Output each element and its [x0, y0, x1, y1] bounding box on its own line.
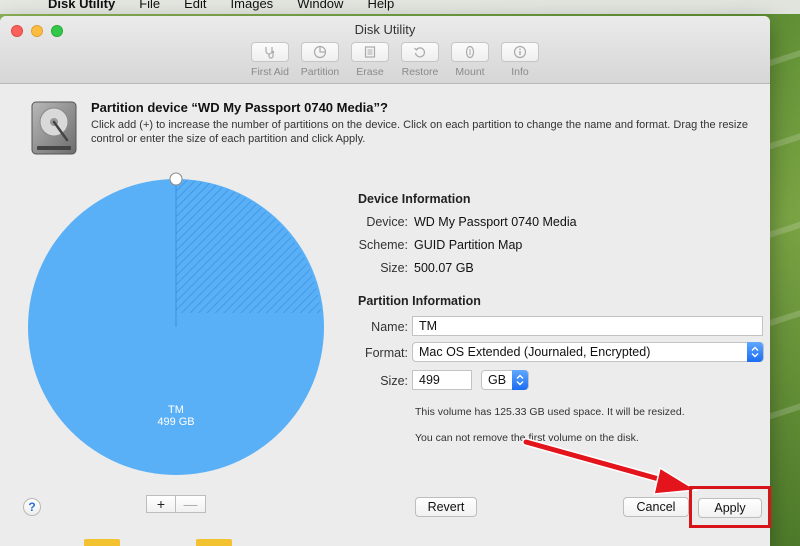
resize-note: This volume has 125.33 GB used space. It… [415, 406, 685, 418]
revert-button[interactable]: Revert [415, 497, 477, 517]
window-title: Disk Utility [354, 22, 416, 37]
toolbar-erase[interactable]: Erase [348, 42, 392, 78]
used-space-region [176, 179, 321, 327]
select-updown-icon [512, 370, 528, 390]
pie-partition-size: 499 GB [157, 416, 195, 428]
toolbar-restore[interactable]: Restore [398, 42, 442, 78]
title-bar: Disk Utility First Aid Partition Erase R… [0, 16, 770, 84]
size-unit-value: GB [488, 373, 507, 387]
sheet-title: Partition device “WD My Passport 0740 Me… [91, 100, 388, 115]
toolbar-info[interactable]: Info [498, 42, 542, 78]
partition-info-title: Partition Information [358, 294, 481, 308]
toolbar-partition[interactable]: Partition [298, 42, 342, 78]
toolbar-restore-label: Restore [401, 66, 439, 78]
cancel-button[interactable]: Cancel [623, 497, 689, 517]
dock-item[interactable] [84, 539, 120, 546]
device-label: Device: [366, 215, 408, 229]
toolbar-first-aid-label: First Aid [251, 66, 289, 78]
remove-partition-button[interactable]: — [176, 495, 206, 513]
add-remove-control: + — [146, 495, 206, 513]
red-arrow-annotation [522, 438, 699, 495]
partition-icon [313, 45, 327, 59]
scheme-value: GUID Partition Map [414, 238, 523, 252]
toolbar-first-aid[interactable]: First Aid [248, 42, 292, 78]
partition-size-label: Size: [380, 374, 408, 388]
scheme-label: Scheme: [358, 238, 408, 252]
erase-icon [364, 46, 376, 58]
toolbar-mount[interactable]: Mount [448, 42, 492, 78]
toolbar-partition-label: Partition [300, 66, 340, 78]
menu-app-name[interactable]: Disk Utility [36, 0, 127, 10]
format-label: Format: [364, 346, 408, 360]
apply-highlight-box [689, 486, 771, 528]
format-select[interactable]: Mac OS Extended (Journaled, Encrypted) [412, 342, 764, 362]
menu-images[interactable]: Images [219, 0, 286, 10]
size-unit-select[interactable]: GB [481, 370, 529, 390]
menu-edit[interactable]: Edit [172, 0, 218, 10]
menu-help[interactable]: Help [355, 0, 406, 10]
pie-partition-label: TM 499 GB [126, 404, 226, 428]
resize-handle[interactable] [169, 172, 183, 186]
menu-window[interactable]: Window [285, 0, 355, 10]
dock-item[interactable] [196, 539, 232, 546]
info-icon [513, 45, 527, 59]
format-select-value: Mac OS Extended (Journaled, Encrypted) [419, 345, 651, 359]
menu-file[interactable]: File [127, 0, 172, 10]
toolbar-mount-label: Mount [455, 66, 485, 78]
partition-pie-chart[interactable] [25, 172, 329, 476]
add-partition-button[interactable]: + [146, 495, 176, 513]
help-button[interactable]: ? [23, 498, 41, 516]
partition-size-input[interactable] [412, 370, 472, 390]
restore-icon [414, 47, 426, 58]
toolbar: First Aid Partition Erase Restore Mount … [248, 42, 542, 78]
hard-disk-icon [31, 101, 77, 155]
name-label: Name: [371, 320, 408, 334]
pie-partition-name: TM [168, 404, 184, 416]
toolbar-info-label: Info [511, 66, 529, 78]
device-info-title: Device Information [358, 192, 471, 206]
device-value: WD My Passport 0740 Media [414, 215, 577, 229]
mount-icon [465, 45, 475, 59]
sheet-description: Click add (+) to increase the number of … [91, 119, 748, 145]
select-updown-icon [747, 342, 763, 362]
stethoscope-icon [265, 47, 275, 59]
size-label: Size: [380, 261, 408, 275]
size-value: 500.07 GB [414, 261, 474, 275]
menu-bar: Disk Utility File Edit Images Window Hel… [0, 0, 800, 14]
toolbar-erase-label: Erase [356, 66, 384, 78]
partition-name-input[interactable] [412, 316, 763, 336]
